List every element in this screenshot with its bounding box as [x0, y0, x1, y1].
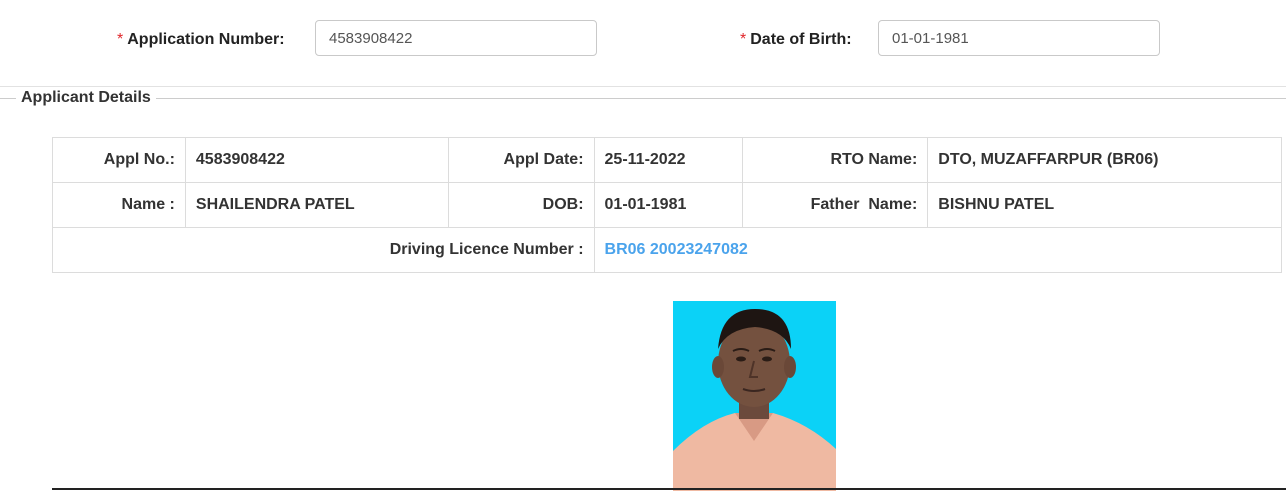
- date-of-birth-label: * Date of Birth:: [740, 31, 852, 48]
- father-name-label: Father Name:: [742, 182, 929, 228]
- table-row: Appl No.: 4583908422 Appl Date: 25-11-20…: [52, 137, 1282, 183]
- application-number-label: * Application Number:: [117, 31, 285, 48]
- appl-no-label: Appl No.:: [52, 137, 186, 183]
- applicant-details-table: Appl No.: 4583908422 Appl Date: 25-11-20…: [52, 137, 1283, 273]
- required-mark: *: [740, 31, 747, 48]
- appl-date-value: 25-11-2022: [593, 137, 744, 183]
- applicant-photo: [673, 301, 836, 491]
- name-label: Name :: [52, 182, 186, 228]
- divider: [52, 488, 1286, 490]
- father-name-value: BISHNU PATEL: [927, 182, 1282, 228]
- dob-label: DOB:: [447, 182, 595, 228]
- table-row: Driving Licence Number : BR06 2002324708…: [52, 227, 1283, 273]
- table-row: Name : SHAILENDRA PATEL DOB: 01-01-1981 …: [52, 182, 1282, 228]
- date-of-birth-input[interactable]: [878, 20, 1160, 56]
- rto-name-label: RTO Name:: [742, 137, 929, 183]
- name-value: SHAILENDRA PATEL: [184, 182, 449, 228]
- appl-no-value: 4583908422: [184, 137, 449, 183]
- required-mark: *: [117, 31, 124, 48]
- appl-date-label: Appl Date:: [447, 137, 595, 183]
- dob-value: 01-01-1981: [593, 182, 744, 228]
- section-legend: Applicant Details: [16, 89, 156, 107]
- driving-licence-link[interactable]: BR06 20023247082: [593, 227, 1283, 273]
- application-number-input[interactable]: [315, 20, 597, 56]
- rto-name-value: DTO, MUZAFFARPUR (BR06): [927, 137, 1282, 183]
- divider: [0, 86, 1286, 87]
- driving-licence-label: Driving Licence Number :: [52, 227, 595, 273]
- person-photo-icon: [673, 309, 836, 491]
- fieldset-border: [0, 98, 1286, 99]
